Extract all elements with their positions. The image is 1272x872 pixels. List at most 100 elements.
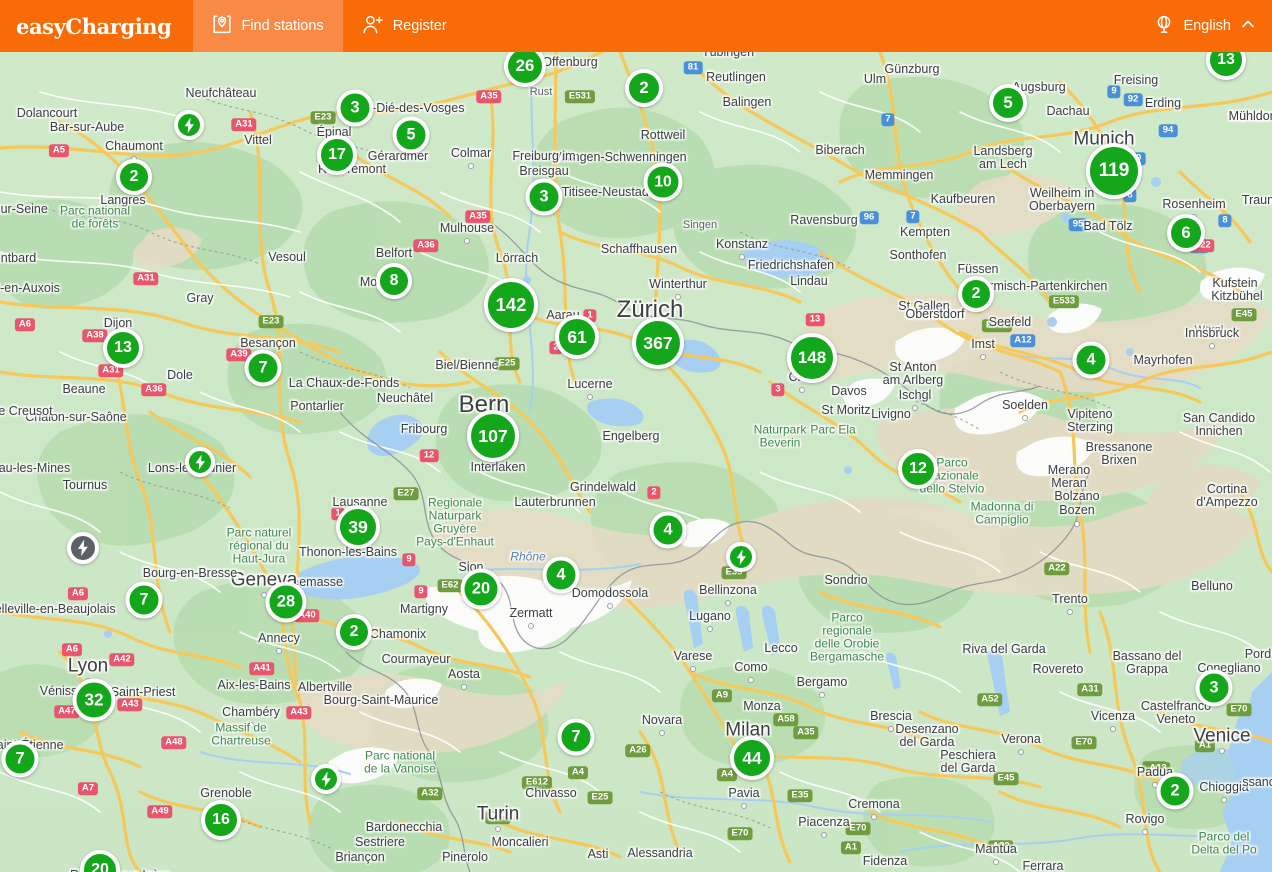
nav-tab-register[interactable]: Register: [343, 0, 466, 52]
city-dot: [495, 826, 501, 832]
road-shield: A35: [476, 90, 502, 104]
station-cluster-marker[interactable]: 5: [989, 84, 1027, 122]
station-cluster-marker[interactable]: 5: [392, 116, 430, 154]
road-shield: A22: [988, 840, 1014, 854]
station-cluster-marker[interactable]: [726, 542, 756, 572]
city-dot: [993, 859, 999, 865]
station-cluster-marker[interactable]: 142: [484, 278, 538, 332]
road-shield: E531: [564, 90, 596, 104]
station-cluster-marker[interactable]: 32: [72, 678, 116, 722]
road-shield: A26: [625, 744, 651, 758]
road-shield: 7: [906, 210, 920, 224]
station-cluster-marker[interactable]: 4: [542, 556, 580, 594]
station-count-label: 2: [129, 168, 139, 185]
city-dot: [725, 600, 731, 606]
road-shield: 13: [805, 313, 825, 327]
station-cluster-marker[interactable]: 20: [460, 568, 502, 610]
road-shield: 95: [1068, 218, 1088, 232]
station-cluster-marker[interactable]: 4: [1072, 341, 1110, 379]
road-shield: 8: [1218, 214, 1232, 228]
station-cluster-marker[interactable]: 107: [467, 410, 519, 462]
city-dot: [1018, 749, 1024, 755]
station-cluster-marker[interactable]: 3: [336, 89, 374, 127]
city-dot: [748, 677, 754, 683]
station-cluster-marker[interactable]: 7: [557, 718, 595, 756]
nav-tab-register-label: Register: [392, 18, 447, 34]
road-shield: E70: [727, 827, 753, 841]
station-count-label: 2: [639, 78, 649, 97]
station-count-label: 13: [1217, 52, 1235, 68]
road-shield: E62: [437, 579, 463, 593]
station-cluster-marker[interactable]: 6: [1167, 214, 1205, 252]
station-count-label: 142: [495, 294, 527, 315]
station-cluster-marker[interactable]: [174, 110, 204, 140]
station-cluster-marker[interactable]: 3: [1195, 669, 1233, 707]
station-count-label: 3: [1209, 678, 1219, 697]
road-shield: A6: [14, 318, 36, 332]
city-dot: [739, 254, 745, 260]
station-cluster-marker[interactable]: 61: [555, 315, 599, 359]
station-cluster-marker[interactable]: 12: [898, 449, 938, 489]
station-cluster-marker[interactable]: 17: [317, 135, 357, 175]
road-shield: A42: [109, 653, 135, 667]
station-cluster-marker[interactable]: 39: [336, 505, 380, 549]
city-dot: [1022, 415, 1028, 421]
station-count-label: 7: [15, 749, 25, 768]
map-canvas[interactable]: A5A31E23A35E5318179929499895938A6A38A31A…: [0, 52, 1272, 872]
station-cluster-marker[interactable]: 2: [116, 159, 152, 195]
brand-logo[interactable]: easyCharging: [0, 0, 193, 52]
road-shield: 9: [414, 585, 428, 599]
station-count-label: 20: [471, 579, 491, 598]
station-cluster-marker[interactable]: 16: [201, 800, 241, 840]
lightning-bolt-icon: [191, 453, 210, 472]
app-header: easyCharging Find stations Register Engl…: [0, 0, 1272, 52]
city-dot: [819, 692, 825, 698]
road-shield: 7: [881, 113, 895, 127]
road-shield: A52: [977, 693, 1003, 707]
station-count-label: 61: [567, 326, 587, 347]
nav-tab-find-stations[interactable]: Find stations: [193, 0, 343, 52]
station-count-label: 7: [139, 590, 149, 609]
nav-tab-find-stations-label: Find stations: [241, 18, 324, 34]
station-cluster-marker[interactable]: 7: [244, 349, 282, 387]
station-cluster-marker[interactable]: 148: [787, 333, 837, 383]
station-count-label: 2: [1170, 781, 1180, 800]
station-cluster-marker[interactable]: 44: [730, 736, 774, 780]
station-cluster-marker[interactable]: 2: [958, 276, 994, 312]
station-cluster-marker[interactable]: [67, 532, 99, 564]
station-cluster-marker[interactable]: 7: [125, 581, 163, 619]
road-shield: A12: [1010, 334, 1036, 348]
station-count-label: 32: [84, 689, 104, 710]
road-shield: 12: [419, 449, 439, 463]
road-shield: A35: [465, 210, 491, 224]
city-dot: [707, 626, 713, 632]
city-dot: [675, 294, 681, 300]
station-cluster-marker[interactable]: 28: [265, 581, 307, 623]
station-cluster-marker[interactable]: 2: [336, 614, 372, 650]
station-cluster-marker[interactable]: 8: [376, 263, 412, 299]
station-cluster-marker[interactable]: 13: [103, 328, 143, 368]
station-count-label: 20: [91, 861, 109, 872]
station-cluster-marker[interactable]: 4: [649, 511, 687, 549]
road-shield: A49: [147, 805, 173, 819]
user-add-icon: [362, 14, 384, 39]
city-dot: [1142, 829, 1148, 835]
station-cluster-marker[interactable]: 2: [1156, 772, 1194, 810]
station-cluster-marker[interactable]: 119: [1086, 143, 1142, 199]
road-shield: E35: [787, 789, 813, 803]
language-selector[interactable]: English: [1144, 0, 1272, 52]
station-cluster-marker[interactable]: [185, 447, 215, 477]
road-shield: A31: [231, 118, 257, 132]
station-cluster-marker[interactable]: 3: [525, 178, 563, 216]
station-count-label: 4: [1086, 350, 1096, 369]
station-cluster-marker[interactable]: 7: [1, 740, 39, 778]
station-count-label: 16: [212, 811, 230, 828]
station-cluster-marker[interactable]: [311, 764, 341, 794]
station-count-label: 4: [663, 520, 673, 539]
city-dot: [528, 623, 534, 629]
station-cluster-marker[interactable]: 2: [625, 69, 663, 107]
station-cluster-marker[interactable]: 10: [643, 162, 683, 202]
road-shield: A43: [286, 706, 312, 720]
station-cluster-marker[interactable]: 367: [632, 317, 684, 369]
road-shield: A9: [711, 689, 733, 703]
